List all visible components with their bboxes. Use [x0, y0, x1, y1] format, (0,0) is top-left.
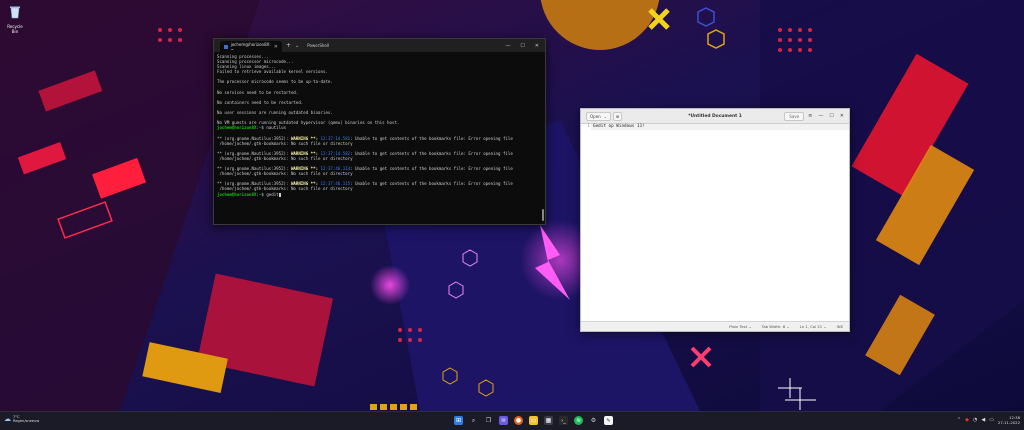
open-button-label: Open [590, 113, 601, 119]
volume-icon[interactable]: ◀ [981, 417, 985, 423]
taskbar-apps: ⊞ ⌕ ❐ ✉ ● ▭ ▦ ›_ ≋ ⚙ ✎ [454, 416, 613, 425]
recycle-bin-shortcut[interactable]: Recycle Bin [4, 4, 26, 34]
system-tray: ⌃ ◆ ◔ ◀ ▭ 12:38 27-11-2022 [957, 415, 1020, 425]
terminal-taskbar-icon[interactable]: ›_ [559, 416, 568, 425]
warning-message: Unable to get contents of the bookmarks … [355, 135, 513, 141]
warning-message: Unable to get contents of the bookmarks … [355, 166, 513, 172]
warning-message: Unable to get contents of the bookmarks … [355, 181, 513, 187]
save-button[interactable]: Save [784, 111, 805, 121]
warning-line: ** (org.gnome.Nautilus:3952): WARNING **… [217, 135, 513, 141]
gedit-window[interactable]: Open ⌄ ⊞ *Untitled Document 1 Save ≡ — ☐… [580, 108, 850, 332]
cursor-position-label: Ln 1, Col 21 [799, 324, 823, 329]
prompt-path: ~ [258, 191, 262, 197]
prompt-user: jochem@horizon8X [217, 125, 257, 131]
settings-icon[interactable]: ⚙ [589, 416, 598, 425]
battery-icon[interactable]: ▭ [989, 417, 994, 423]
terminal-tab-active[interactable]: jochem@horizon8X: ~ ✕ [220, 41, 282, 52]
tab-width-selector[interactable]: Tab Width: 8 ⌄ [762, 324, 790, 329]
store-icon[interactable]: ▦ [544, 416, 553, 425]
statusbar: Plain Text ⌄ Tab Width: 8 ⌄ Ln 1, Col 21… [581, 321, 849, 331]
text-editor[interactable]: 1 Gedit op Windows 11! [581, 124, 849, 322]
chat-icon[interactable]: ✉ [499, 416, 508, 425]
search-icon[interactable]: ⌕ [469, 416, 478, 425]
chevron-down-icon: ⌄ [603, 113, 608, 119]
line-number: 1 [587, 124, 590, 129]
tab-width-label: Tab Width: 8 [761, 324, 786, 329]
clock[interactable]: 12:38 27-11-2022 [998, 415, 1020, 425]
weather-icon: ☁ [4, 415, 11, 423]
terminal-tab-powershell[interactable]: PowerShell [307, 43, 329, 48]
desktop: Recycle Bin jochem@horizon8X: ~ ✕ + ⌄ Po… [0, 0, 1024, 411]
maximize-icon[interactable]: ☐ [520, 43, 524, 49]
task-view-icon[interactable]: ❐ [484, 416, 493, 425]
close-tab-icon[interactable]: ✕ [274, 44, 278, 50]
prompt-user: jochem@horizon8X [217, 191, 257, 197]
open-button[interactable]: Open ⌄ [586, 111, 612, 121]
taskbar: ☁ 7°C Regen/sneeuw ⊞ ⌕ ❐ ✉ ● ▭ ▦ ›_ ≋ ⚙ … [0, 411, 1024, 430]
language-selector[interactable]: Plain Text ⌄ [729, 324, 751, 329]
start-icon[interactable]: ⊞ [454, 416, 463, 425]
recycle-bin-label: Recycle Bin [7, 24, 23, 34]
insert-mode: INS [836, 324, 843, 329]
terminal-window[interactable]: jochem@horizon8X: ~ ✕ + ⌄ PowerShell — ☐… [213, 38, 546, 225]
cursor-position[interactable]: Ln 1, Col 21 ⌄ [800, 324, 827, 329]
language-label: Plain Text [729, 324, 748, 329]
terminal-scrollbar[interactable] [542, 209, 544, 221]
gedit-headerbar[interactable]: Open ⌄ ⊞ *Untitled Document 1 Save ≡ — ☐… [581, 109, 849, 124]
recycle-bin-icon [10, 6, 20, 19]
chevron-up-icon[interactable]: ⌃ [957, 417, 961, 423]
terminal-tab-label: jochem@horizon8X: ~ [230, 41, 271, 52]
minimize-icon[interactable]: — [818, 113, 823, 119]
minimize-icon[interactable]: — [505, 43, 510, 49]
gedit-taskbar-icon[interactable]: ✎ [604, 416, 613, 425]
chevron-down-icon[interactable]: ⌄ [295, 43, 299, 49]
clock-date: 27-11-2022 [997, 420, 1020, 425]
prompt-command: nautilus [266, 125, 287, 131]
terminal-output[interactable]: Scanning processes... Scanning processor … [214, 52, 545, 199]
warning-timestamp: 12:37:14.581 [320, 135, 351, 141]
linux-icon [224, 44, 228, 49]
security-icon[interactable]: ◆ [965, 417, 969, 423]
hamburger-menu-icon[interactable]: ≡ [808, 113, 812, 119]
new-document-icon: ⊞ [615, 113, 620, 119]
prompt-path: ~ [258, 125, 262, 131]
prompt-line: jochem@horizon8X:~$ gedit [217, 191, 281, 197]
document-text[interactable]: Gedit op Windows 11! [593, 124, 645, 130]
terminal-titlebar[interactable]: jochem@horizon8X: ~ ✕ + ⌄ PowerShell — ☐… [214, 39, 545, 52]
warning-prefix: ** (org.gnome.Nautilus:3952): [217, 135, 289, 141]
wifi-icon[interactable]: ◔ [973, 417, 977, 423]
close-icon[interactable]: ✕ [535, 43, 539, 49]
close-icon[interactable]: ✕ [840, 113, 844, 119]
new-tab-icon[interactable]: + [286, 42, 291, 49]
spotify-icon[interactable]: ≋ [574, 416, 583, 425]
warning-message: Unable to get contents of the bookmarks … [355, 150, 513, 156]
terminal-cursor [278, 192, 281, 197]
warning-label: WARNING **: [290, 135, 319, 141]
file-explorer-icon[interactable]: ▭ [529, 416, 538, 425]
maximize-icon[interactable]: ☐ [829, 113, 833, 119]
new-document-button[interactable]: ⊞ [613, 111, 623, 121]
firefox-icon[interactable]: ● [514, 416, 523, 425]
line-number-gutter: 1 [581, 124, 591, 322]
weather-widget[interactable]: ☁ 7°C Regen/sneeuw [4, 415, 39, 423]
prompt-command: gedit [266, 191, 279, 197]
weather-description: Regen/sneeuw [13, 419, 40, 423]
